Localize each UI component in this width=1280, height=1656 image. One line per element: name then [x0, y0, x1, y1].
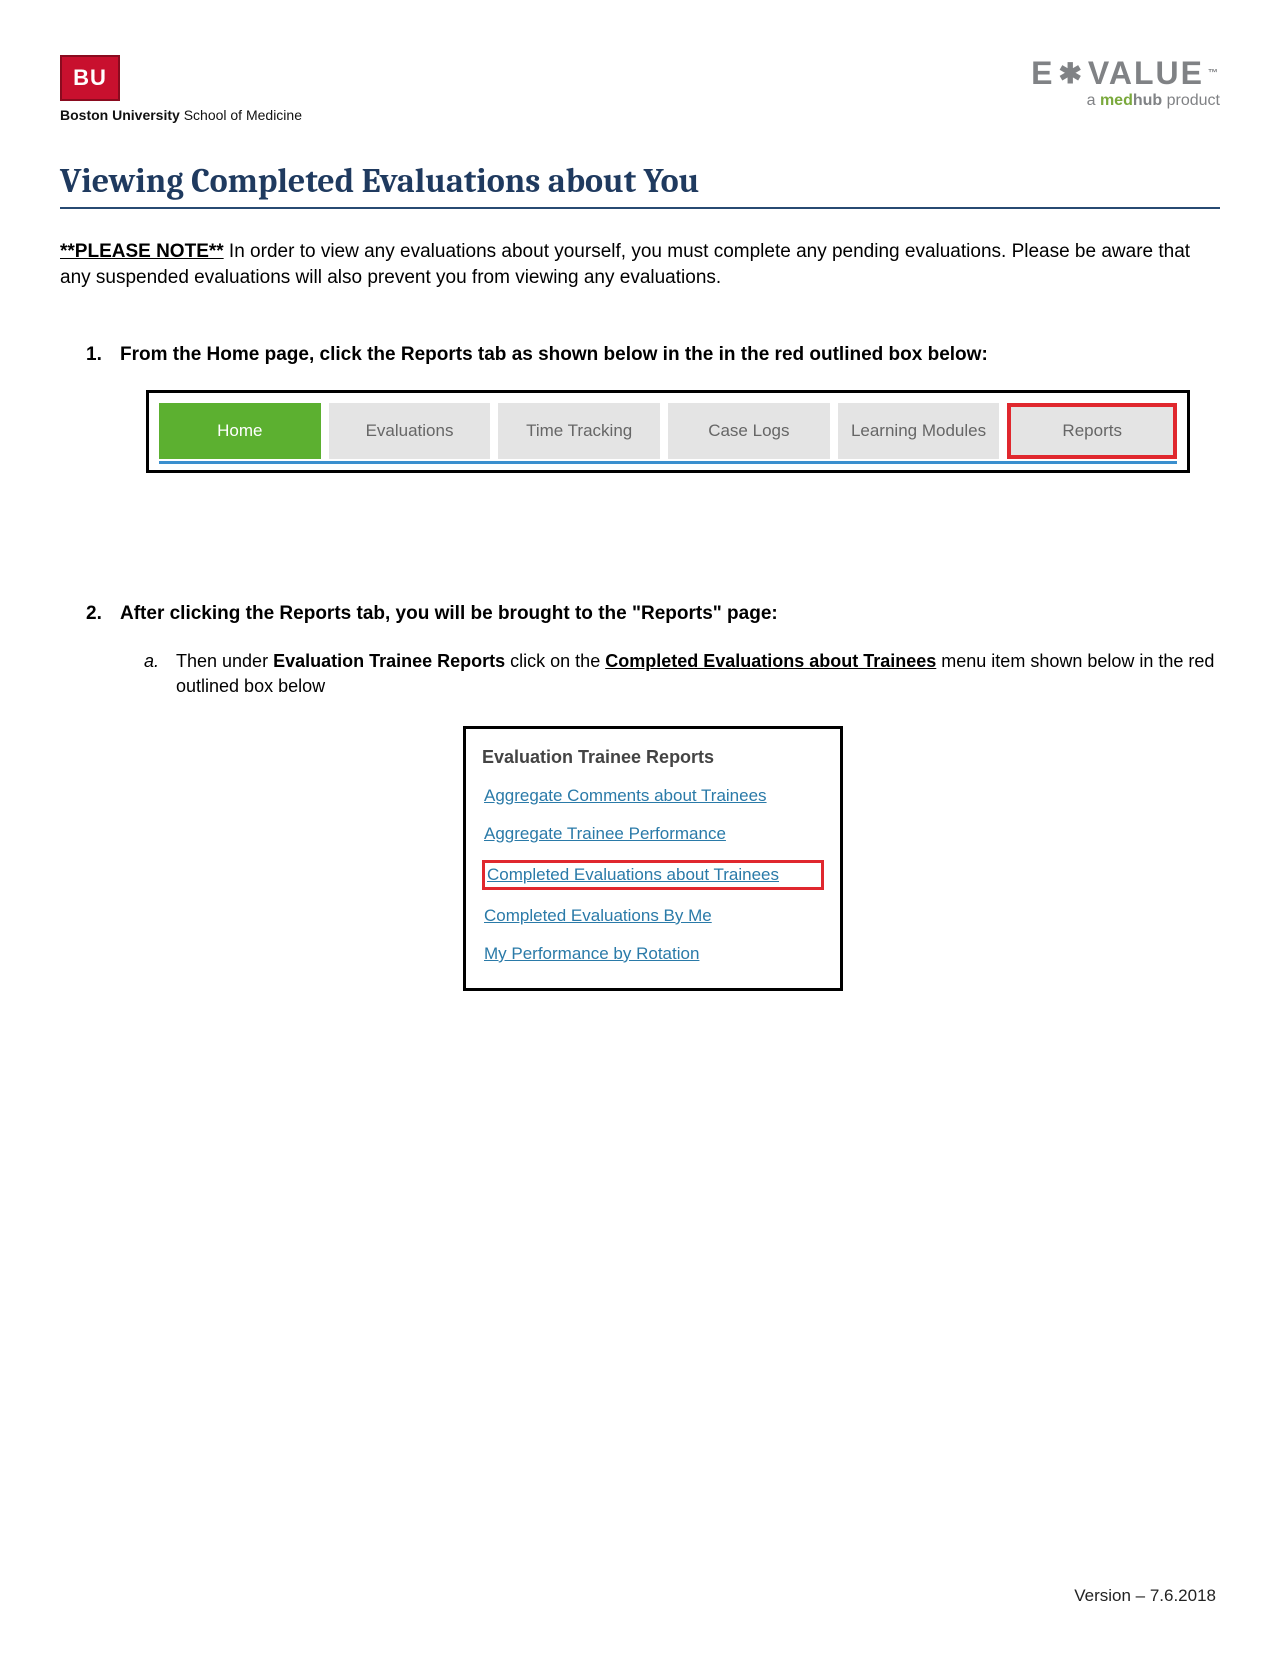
tab-evaluations[interactable]: Evaluations — [329, 403, 491, 459]
trademark-icon: ™ — [1208, 68, 1220, 79]
step-2-heading: 2. After clicking the Reports tab, you w… — [86, 603, 1220, 625]
step-1-heading: 1. From the Home page, click the Reports… — [86, 344, 1220, 366]
step-1-number: 1. — [86, 344, 106, 366]
bu-branding: BU Boston University School of Medicine — [60, 55, 302, 123]
bu-school-bold: Boston University — [60, 107, 180, 123]
note-label: **PLEASE NOTE** — [60, 241, 224, 262]
page-title: Viewing Completed Evaluations about You — [60, 161, 1220, 209]
asterisk-icon: ✱ — [1058, 57, 1083, 90]
evalue-value: VALUE — [1088, 55, 1204, 92]
step-2a-body: Then under Evaluation Trainee Reports cl… — [176, 649, 1220, 698]
link-completed-about-trainees[interactable]: Completed Evaluations about Trainees — [482, 860, 824, 890]
step-2a-letter: a. — [144, 649, 162, 698]
tab-time-tracking[interactable]: Time Tracking — [498, 403, 660, 459]
evalue-sub-suffix: product — [1162, 92, 1220, 109]
step-2a-bold2: Completed Evaluations about Trainees — [605, 651, 936, 671]
step-1-text: From the Home page, click the Reports ta… — [120, 344, 988, 366]
step-1: 1. From the Home page, click the Reports… — [86, 344, 1220, 473]
tab-screenshot: Home Evaluations Time Tracking Case Logs… — [146, 390, 1190, 473]
evalue-e: E — [1031, 55, 1054, 92]
step-2: 2. After clicking the Reports tab, you w… — [86, 603, 1220, 991]
note-paragraph: **PLEASE NOTE** In order to view any eva… — [60, 239, 1220, 290]
step-2a: a. Then under Evaluation Trainee Reports… — [144, 649, 1220, 698]
bu-logo: BU — [60, 55, 120, 101]
step-2-text: After clicking the Reports tab, you will… — [120, 603, 778, 625]
tab-reports[interactable]: Reports — [1007, 403, 1177, 459]
bu-school-name: Boston University School of Medicine — [60, 107, 302, 123]
step-2a-bold1: Evaluation Trainee Reports — [273, 651, 505, 671]
tab-row: Home Evaluations Time Tracking Case Logs… — [159, 403, 1177, 464]
note-text: In order to view any evaluations about y… — [60, 241, 1190, 288]
reports-menu-screenshot: Evaluation Trainee Reports Aggregate Com… — [463, 726, 843, 991]
tab-learning-modules[interactable]: Learning Modules — [838, 403, 1000, 459]
evalue-sub-med: med — [1100, 92, 1133, 109]
header: BU Boston University School of Medicine … — [60, 55, 1220, 123]
step-2a-pre: Then under — [176, 651, 273, 671]
tab-home[interactable]: Home — [159, 403, 321, 459]
reports-menu-title: Evaluation Trainee Reports — [482, 747, 824, 768]
evalue-sub-hub: hub — [1133, 92, 1162, 109]
bu-school-suffix: School of Medicine — [180, 107, 302, 123]
step-2a-mid: click on the — [505, 651, 605, 671]
link-completed-by-me[interactable]: Completed Evaluations By Me — [482, 904, 824, 928]
step-2-number: 2. — [86, 603, 106, 625]
evalue-branding: E ✱ VALUE ™ a medhub product — [1031, 55, 1220, 110]
evalue-subtitle: a medhub product — [1031, 92, 1220, 110]
tab-case-logs[interactable]: Case Logs — [668, 403, 830, 459]
link-aggregate-comments[interactable]: Aggregate Comments about Trainees — [482, 784, 824, 808]
evalue-logo: E ✱ VALUE ™ — [1031, 55, 1220, 92]
footer-version: Version – 7.6.2018 — [1074, 1586, 1216, 1606]
link-my-performance-rotation[interactable]: My Performance by Rotation — [482, 942, 824, 966]
evalue-sub-prefix: a — [1087, 92, 1100, 109]
link-aggregate-performance[interactable]: Aggregate Trainee Performance — [482, 822, 824, 846]
